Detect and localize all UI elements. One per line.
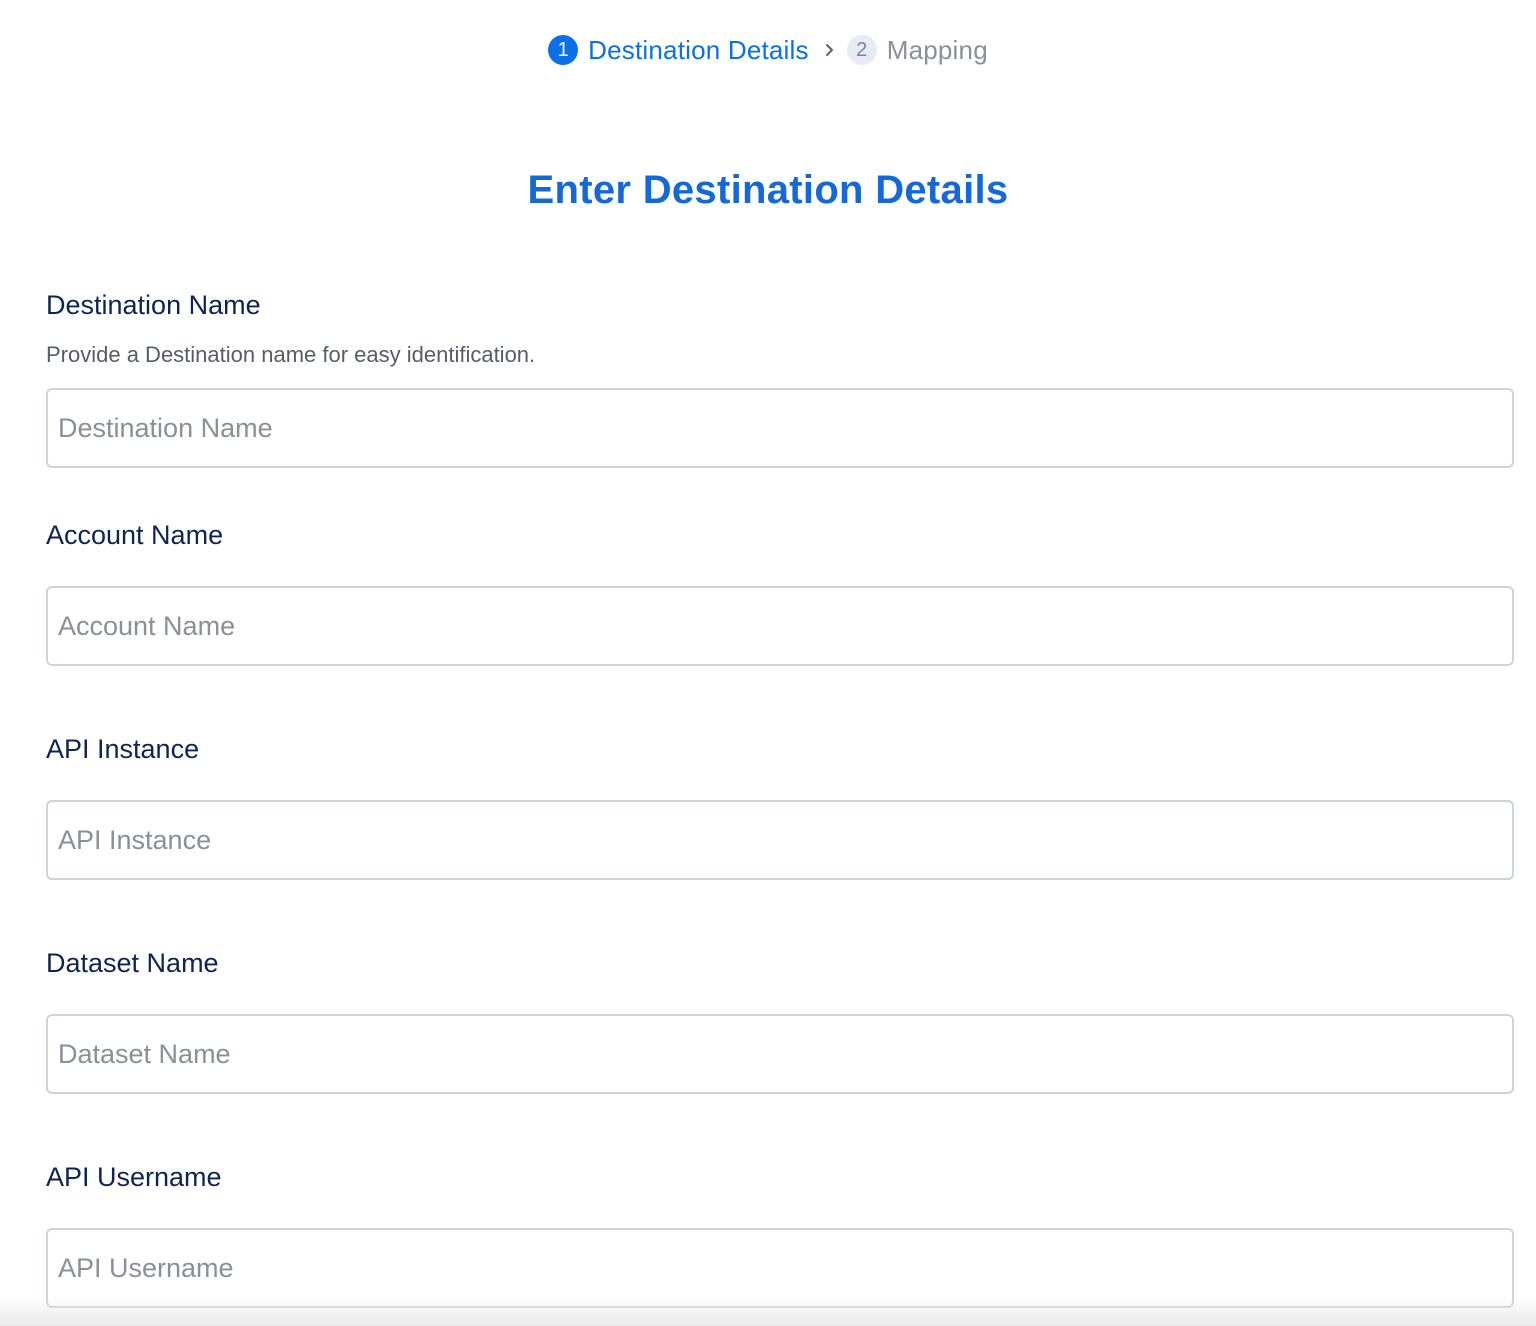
api-instance-label: API Instance (46, 734, 200, 764)
api-instance-field: API Instance (46, 732, 1514, 766)
api-instance-input[interactable] (46, 800, 1514, 880)
dataset-name-field: Dataset Name (46, 946, 1514, 980)
account-name-field: Account Name (46, 518, 1514, 552)
api-username-field: API Username (46, 1160, 1514, 1194)
destination-name-field: Destination Name Provide a Destination n… (46, 288, 1514, 370)
step-number-badge: 1 (548, 35, 579, 65)
destination-name-label: Destination Name (46, 290, 261, 320)
step-number-badge: 2 (846, 35, 877, 65)
stepper: 1 Destination Details 2 Mapping (0, 30, 1536, 70)
destination-name-input[interactable] (46, 388, 1514, 468)
step-destination-details[interactable]: 1 Destination Details (548, 35, 809, 66)
account-name-input[interactable] (46, 586, 1514, 666)
dataset-name-input[interactable] (46, 1014, 1514, 1094)
api-username-label: API Username (46, 1162, 222, 1192)
page-title: Enter Destination Details (527, 168, 1009, 212)
step-label: Mapping (886, 34, 988, 65)
destination-name-help-text: Provide a Destination name for easy iden… (46, 342, 536, 367)
api-username-input[interactable] (46, 1228, 1514, 1308)
step-label: Destination Details (588, 34, 809, 65)
dataset-name-label: Dataset Name (46, 948, 219, 978)
destination-setup-page: 1 Destination Details 2 Mapping Enter De… (0, 0, 1536, 1326)
chevron-right-icon (815, 35, 845, 65)
step-mapping[interactable]: 2 Mapping (846, 34, 988, 66)
account-name-label: Account Name (46, 520, 224, 550)
